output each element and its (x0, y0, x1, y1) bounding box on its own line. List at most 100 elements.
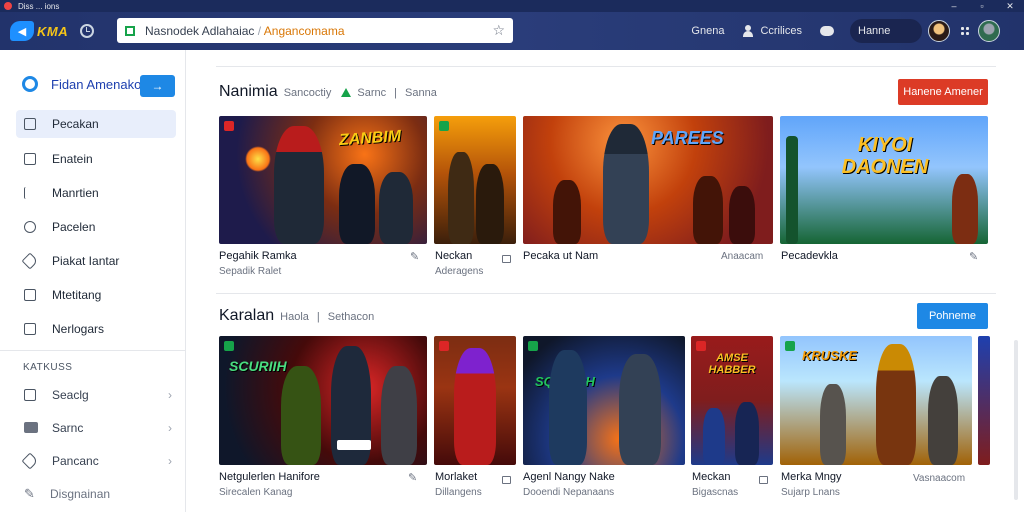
sidebar-item-1[interactable]: Enatein (16, 142, 176, 176)
window-icon[interactable] (502, 255, 511, 263)
sidebar-group-item-2[interactable]: Pancanc › (16, 444, 176, 477)
address-text: Nasnodek Adlahaiac / Angancomama (145, 23, 345, 38)
section-one-tag[interactable]: Sarnc (357, 87, 386, 99)
sidebar-header-label: Fidan Amenakon (51, 76, 149, 92)
secondary-avatar[interactable] (978, 20, 1000, 42)
card-badge-icon (439, 121, 449, 131)
card-mini-label (337, 440, 371, 450)
apps-grid-icon[interactable] (960, 26, 970, 36)
section-one-title: Nanimia (219, 83, 278, 100)
section-two-cta-button[interactable]: Pohneme (917, 303, 988, 329)
pin-icon[interactable]: ✎ (410, 250, 419, 263)
close-icon[interactable]: ✕ (996, 0, 1024, 12)
pin-icon[interactable]: ✎ (408, 471, 417, 484)
game-card-5[interactable]: SCURIIH (219, 336, 427, 465)
chat-link[interactable] (820, 26, 844, 36)
chevron-right-icon: › (168, 453, 172, 468)
game-card-2[interactable] (434, 116, 516, 244)
bar-icon (24, 187, 36, 199)
sidebar-item-5[interactable]: Mtetitang (16, 278, 176, 312)
section-one-subtitle: Sancoctiy (283, 87, 332, 99)
card-6-title[interactable]: Morlaket (435, 471, 477, 483)
window-icon[interactable] (759, 476, 768, 484)
person-icon (742, 25, 754, 37)
card-9-title[interactable]: Merka Mngy (781, 471, 842, 483)
card-5-title[interactable]: Netgulerlen Hanifore (219, 471, 320, 483)
pin-icon[interactable]: ✎ (969, 250, 978, 263)
card-1-title[interactable]: Pegahik Ramka (219, 250, 297, 262)
card-logo: ZANBIM (338, 127, 402, 150)
card-3-title[interactable]: Pecaka ut Nam (523, 250, 598, 262)
sidebar-header: Fidan Amenakon (22, 76, 149, 92)
sidebar-item-4[interactable]: Piakat Iantar (16, 244, 176, 278)
hero-figure (952, 174, 978, 244)
game-card-7[interactable]: SQNRICH (523, 336, 685, 465)
sidebar-group-item-1[interactable]: Sarnc › (16, 411, 176, 444)
window-controls: – ▫ ✕ (940, 0, 1024, 12)
hero-figure (454, 348, 496, 465)
chevron-right-icon: › (168, 387, 172, 402)
address-accent: Angancomama (263, 23, 345, 38)
address-bar[interactable]: Nasnodek Adlahaiac / Angancomama ☆ (117, 18, 513, 43)
brand-logo[interactable]: ◀ KMA (10, 21, 68, 41)
ring-icon (22, 76, 38, 92)
card-7-title[interactable]: Agenl Nangy Nake (523, 471, 615, 483)
brand-wordmark: KMA (37, 23, 69, 39)
game-card-9[interactable]: KRUSKE (780, 336, 972, 465)
card-9-meta: Vasnaacom (913, 473, 966, 484)
square-icon (24, 153, 36, 165)
card-9-subtitle: Sujarp Lnans (781, 487, 840, 498)
history-clock-icon[interactable] (80, 24, 95, 38)
section-one-cta-button[interactable]: Hanene Amener (898, 79, 988, 105)
top-toolbar: ◀ KMA Nasnodek Adlahaiac / Angancomama ☆… (0, 12, 1024, 50)
window-titlebar: Diss ... ions – ▫ ✕ (0, 0, 1024, 12)
hero-figure (549, 350, 587, 465)
sidebar-item-label: Pacelen (52, 220, 96, 234)
game-card-10[interactable] (978, 336, 990, 465)
toolbar-link-two[interactable]: Ccrilices (742, 25, 802, 37)
sidebar-group-item-0[interactable]: Seaclg › (16, 378, 176, 411)
toolbar-link-two-label: Ccrilices (760, 25, 802, 37)
window-title: Diss ... ions (18, 1, 60, 11)
bookmark-star-icon[interactable]: ☆ (492, 22, 505, 39)
game-card-6[interactable] (434, 336, 516, 465)
sidebar-item-0[interactable]: Pecakan (16, 110, 176, 138)
card-4-title[interactable]: Pecadevkla (781, 250, 838, 262)
card-8-subtitle: Bigascnas (692, 487, 739, 498)
game-card-4[interactable]: KIYOI DAONEN (780, 116, 988, 244)
window-icon[interactable] (502, 476, 511, 484)
chat-icon (820, 26, 834, 36)
sidebar-item-label: Piakat Iantar (52, 254, 120, 268)
sidebar-header-button[interactable]: → (140, 75, 175, 97)
sidebar-group: Seaclg › Sarnc › Pancanc › ✎ Disgnainan (16, 378, 176, 510)
minimize-icon[interactable]: – (940, 0, 968, 12)
card-8-title[interactable]: Meckan (692, 471, 731, 483)
grid-icon (24, 323, 36, 335)
card-3-meta: Anaacam (721, 251, 764, 262)
game-card-8[interactable]: AMSE HABBER (691, 336, 773, 465)
card-2-title[interactable]: Neckan (435, 250, 472, 262)
sidebar-item-6[interactable]: Nerlogars (16, 312, 176, 346)
sidebar-item-3[interactable]: Pacelen (16, 210, 176, 244)
toolbar-link-one[interactable]: Gnena (691, 25, 724, 37)
chevron-right-icon: › (168, 420, 172, 435)
sidebar-group-item-3[interactable]: ✎ Disgnainan (16, 477, 176, 510)
game-card-3[interactable]: PAREES (523, 116, 773, 244)
card-badge-icon (696, 341, 706, 351)
scrollbar[interactable] (1014, 340, 1018, 500)
circle-icon (24, 221, 36, 233)
user-menu[interactable]: Hanne (850, 19, 922, 43)
sidebar-item-label: Seaclg (52, 387, 89, 402)
section-two-subtitle: Haola (280, 311, 309, 323)
avatar[interactable] (928, 20, 950, 42)
square-icon (24, 289, 36, 301)
section-one-tag-2[interactable]: Sanna (405, 87, 437, 99)
sidebar-item-label: Pancanc (52, 453, 99, 468)
sidebar-item-2[interactable]: Manrtien (16, 176, 176, 210)
info-icon (24, 118, 36, 130)
game-card-1[interactable]: ZANBIM (219, 116, 427, 244)
main-content: Nanimia Sancoctiy Sarnc | Sanna Hanene A… (186, 50, 1024, 512)
sidebar-item-label: Manrtien (52, 186, 99, 200)
section-two-tag[interactable]: Sethacon (328, 311, 374, 323)
maximize-icon[interactable]: ▫ (968, 0, 996, 12)
